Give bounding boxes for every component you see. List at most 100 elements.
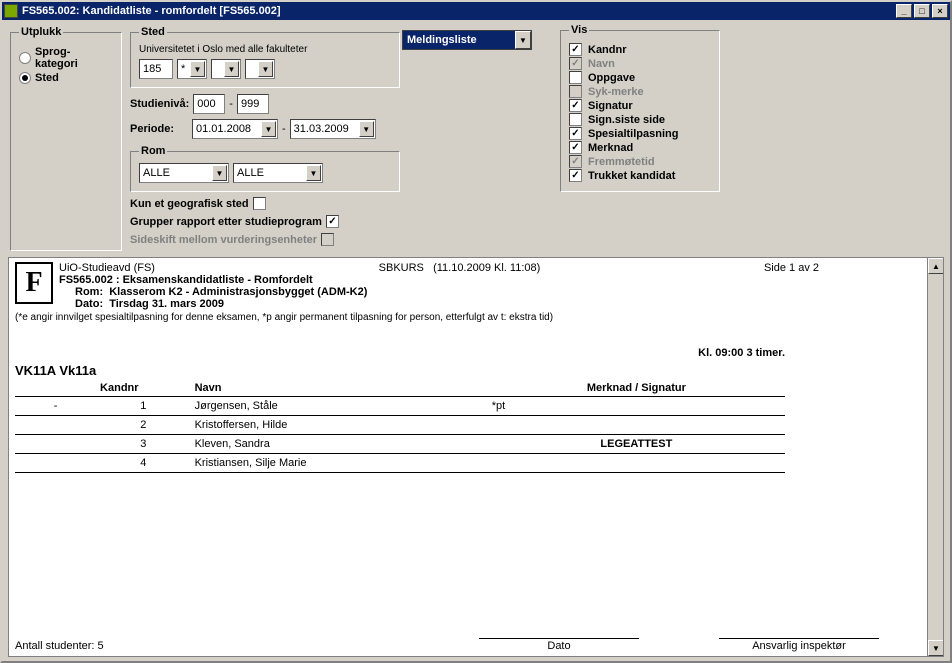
report-student-count: Antall studenter: 5 — [15, 640, 104, 652]
cell-mark — [15, 416, 96, 435]
chevron-down-icon: ▼ — [224, 61, 239, 77]
periode-from-combo[interactable]: 01.01.2008▼ — [192, 119, 278, 139]
report-preview: F UiO-Studieavd (FS) SBKURS (11.10.2009 … — [8, 257, 944, 657]
cell-mark: - — [15, 397, 96, 416]
minimize-button[interactable]: _ — [896, 4, 912, 18]
periode-to-combo[interactable]: 31.03.2009▼ — [290, 119, 376, 139]
cell-kandnr: 4 — [96, 454, 191, 473]
cell-merknad: LEGEATTEST — [488, 435, 785, 454]
chevron-down-icon: ▼ — [190, 61, 205, 77]
title-bar: FS565.002: Kandidatliste - romfordelt [F… — [2, 2, 950, 20]
report-footnote: (*e angir innvilget spesialtilpasning fo… — [15, 312, 935, 323]
sted-star-combo[interactable]: *▼ — [177, 59, 207, 79]
radio-sprog-kategori[interactable]: Sprog-kategori — [19, 46, 113, 70]
th-merknad: Merknad / Signatur — [488, 380, 785, 397]
th-blank — [15, 380, 96, 397]
vis-kandnr-checkbox[interactable] — [569, 43, 582, 56]
meldingsliste-combo[interactable]: Meldingsliste ▼ — [402, 30, 532, 50]
report-dato-label: Dato: — [75, 298, 103, 310]
sted-code-input[interactable]: 185 — [139, 59, 173, 79]
cell-kandnr: 2 — [96, 416, 191, 435]
vis-signatur-label: Signatur — [588, 100, 633, 112]
report-course: VK11A Vk11a — [15, 363, 935, 378]
vis-legend: Vis — [569, 24, 589, 36]
vis-fremmote-checkbox — [569, 155, 582, 168]
report-rom-label: Rom: — [75, 286, 103, 298]
maximize-button[interactable]: □ — [914, 4, 930, 18]
table-row: 4Kristiansen, Silje Marie — [15, 454, 785, 473]
report-foot-inspector: Ansvarlig inspektør — [719, 638, 879, 652]
table-row: 2Kristoffersen, Hilde — [15, 416, 785, 435]
rom-group: Rom ALLE▼ ALLE▼ — [130, 145, 400, 192]
vis-sykmerke-checkbox — [569, 85, 582, 98]
report-foot-dato: Dato — [479, 638, 639, 652]
chevron-down-icon: ▼ — [306, 165, 321, 181]
vis-merknad-label: Merknad — [588, 142, 633, 154]
sted-blank2-combo[interactable]: ▼ — [245, 59, 275, 79]
report-header-page: Side 1 av 2 — [764, 262, 819, 274]
sideskift-label: Sideskift mellom vurderingsenheter — [130, 234, 317, 246]
report-title: FS565.002 : Eksamenskandidatliste - Romf… — [15, 274, 935, 286]
chevron-down-icon: ▼ — [515, 31, 531, 49]
kun-geo-label: Kun et geografisk sted — [130, 198, 249, 210]
vis-group: Vis Kandnr Navn Oppgave Syk-merke Signat… — [560, 24, 720, 192]
studieniva-from[interactable]: 000 — [193, 94, 225, 114]
close-button[interactable]: × — [932, 4, 948, 18]
cell-navn: Kleven, Sandra — [191, 435, 488, 454]
report-header-time: (11.10.2009 Kl. 11:08) — [433, 262, 540, 274]
periode-label: Periode: — [130, 123, 188, 135]
sideskift-checkbox — [321, 233, 334, 246]
scroll-down-button[interactable]: ▼ — [928, 640, 944, 656]
report-header-left: UiO-Studieavd (FS) — [59, 262, 155, 274]
vis-signsiste-label: Sign.siste side — [588, 114, 665, 126]
vis-oppgave-checkbox[interactable] — [569, 71, 582, 84]
vis-trukket-checkbox[interactable] — [569, 169, 582, 182]
scroll-up-button[interactable]: ▲ — [928, 258, 944, 274]
filter-panel: Utplukk Sprog-kategori Sted Sted Univers… — [2, 20, 950, 255]
sted-blank1-combo[interactable]: ▼ — [211, 59, 241, 79]
cell-navn: Jørgensen, Ståle — [191, 397, 488, 416]
studieniva-label: Studienivå: — [130, 98, 189, 110]
report-rom-value: Klasserom K2 - Administrasjonsbygget (AD… — [109, 286, 367, 298]
utplukk-group: Utplukk Sprog-kategori Sted — [10, 26, 122, 251]
candidate-table: Kandnr Navn Merknad / Signatur -1Jørgens… — [15, 380, 785, 473]
report-dato-value: Tirsdag 31. mars 2009 — [109, 298, 224, 310]
radio-icon — [19, 72, 31, 84]
vis-signatur-checkbox[interactable] — [569, 99, 582, 112]
report-header-mid: SBKURS — [379, 262, 424, 274]
sted-legend: Sted — [139, 26, 167, 38]
vis-spesial-checkbox[interactable] — [569, 127, 582, 140]
app-icon — [4, 4, 18, 18]
kun-geo-checkbox[interactable] — [253, 197, 266, 210]
radio-sted[interactable]: Sted — [19, 72, 113, 84]
rom-combo-2[interactable]: ALLE▼ — [233, 163, 323, 183]
rom-combo-1[interactable]: ALLE▼ — [139, 163, 229, 183]
grupper-checkbox[interactable] — [326, 215, 339, 228]
cell-navn: Kristiansen, Silje Marie — [191, 454, 488, 473]
chevron-down-icon: ▼ — [212, 165, 227, 181]
table-row: 3Kleven, SandraLEGEATTEST — [15, 435, 785, 454]
vis-signsiste-checkbox[interactable] — [569, 113, 582, 126]
utplukk-legend: Utplukk — [19, 26, 63, 38]
chevron-down-icon: ▼ — [359, 121, 374, 137]
vis-fremmote-label: Fremmøtetid — [588, 156, 655, 168]
cell-kandnr: 1 — [96, 397, 191, 416]
window-title: FS565.002: Kandidatliste - romfordelt [F… — [22, 5, 281, 17]
cell-navn: Kristoffersen, Hilde — [191, 416, 488, 435]
studieniva-to[interactable]: 999 — [237, 94, 269, 114]
cell-mark — [15, 435, 96, 454]
cell-mark — [15, 454, 96, 473]
cell-kandnr: 3 — [96, 435, 191, 454]
radio-label: Sted — [35, 72, 59, 84]
report-scrollbar[interactable]: ▲ ▼ — [927, 258, 943, 656]
vis-oppgave-label: Oppgave — [588, 72, 635, 84]
table-row: -1Jørgensen, Ståle*pt — [15, 397, 785, 416]
rom-legend: Rom — [139, 145, 167, 157]
sted-university: Universitetet i Oslo med alle fakulteter — [139, 44, 391, 55]
sted-group: Sted Universitetet i Oslo med alle fakul… — [130, 26, 400, 88]
th-navn: Navn — [191, 380, 488, 397]
cell-merknad: *pt — [488, 397, 785, 416]
vis-merknad-checkbox[interactable] — [569, 141, 582, 154]
vis-spesial-label: Spesialtilpasning — [588, 128, 678, 140]
fs-logo: F — [15, 262, 53, 304]
